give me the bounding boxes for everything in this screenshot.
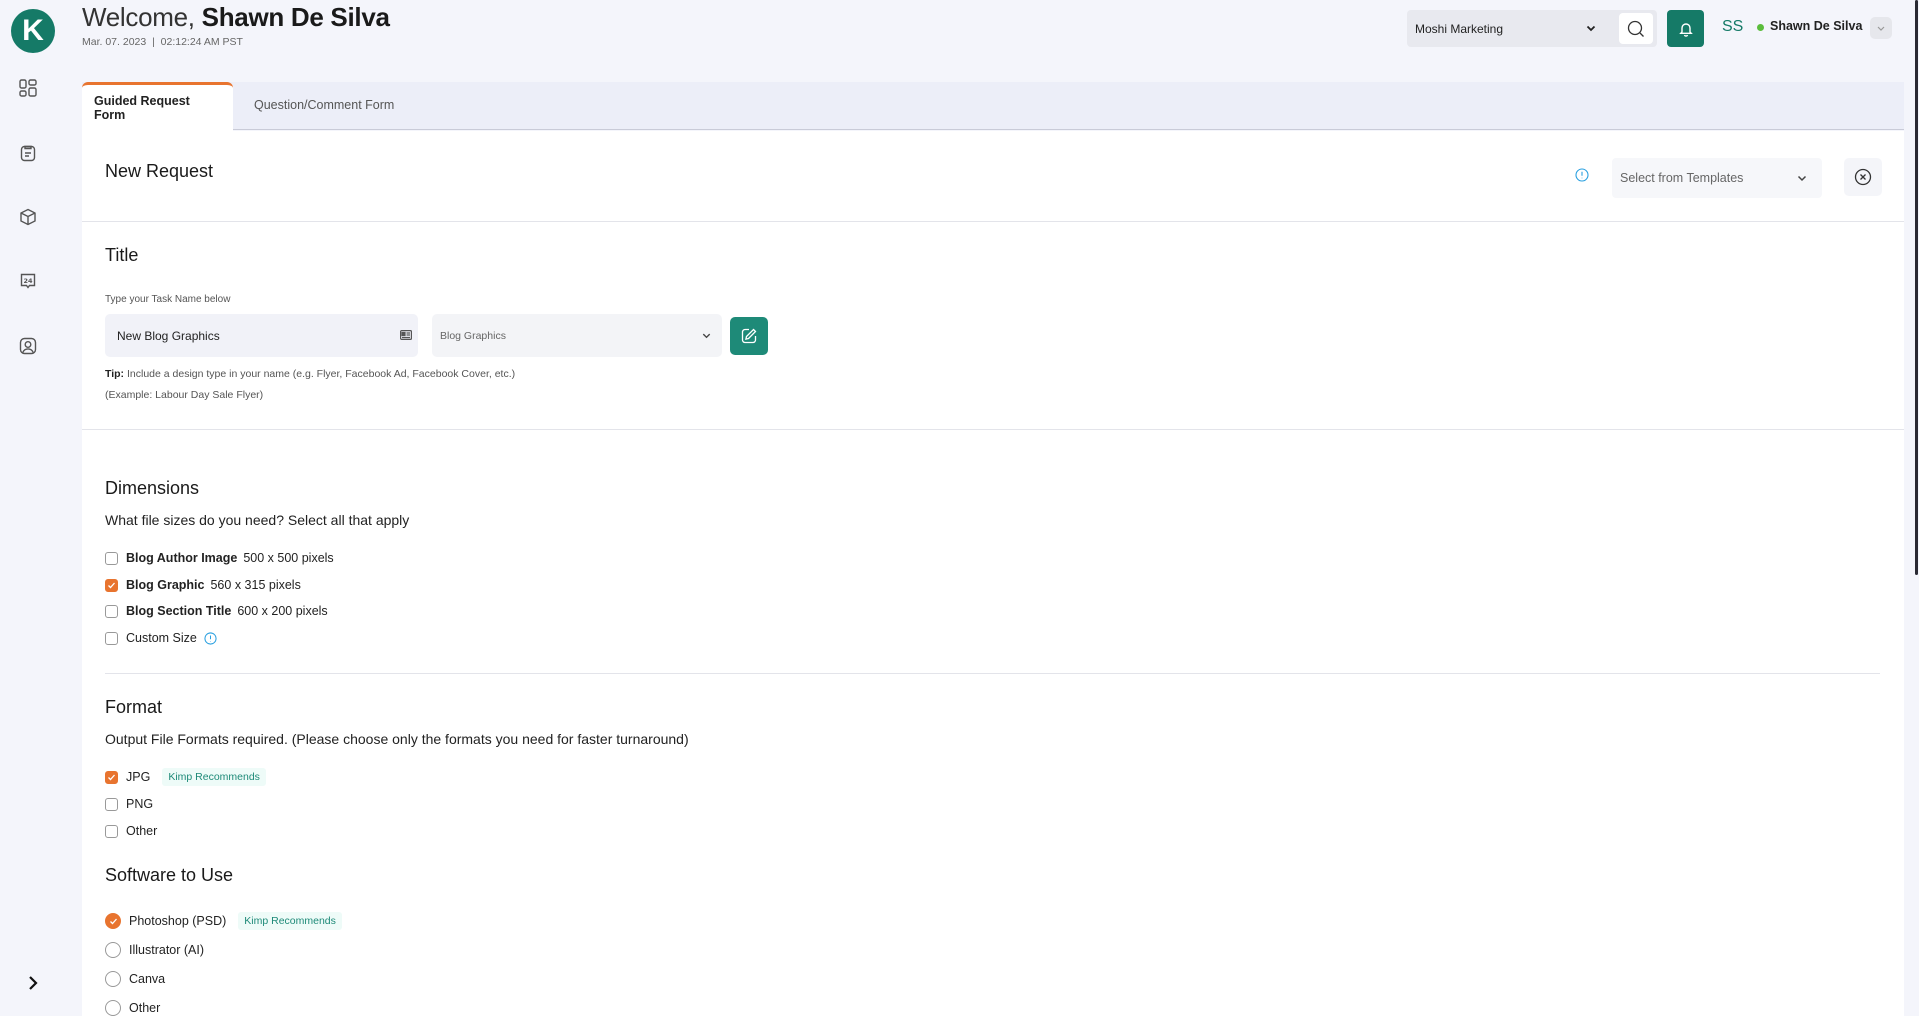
box-icon[interactable] xyxy=(17,206,39,228)
dimension-option-blog-graphic[interactable]: Blog Graphic 560 x 315 pixels xyxy=(105,576,301,594)
checkbox[interactable] xyxy=(105,551,118,565)
form-heading: New Request xyxy=(105,161,214,181)
checkbox[interactable] xyxy=(105,797,118,811)
kimp-recommends-badge: Kimp Recommends xyxy=(238,912,342,930)
design-type-select[interactable]: Blog Graphics xyxy=(432,314,722,357)
radio[interactable] xyxy=(105,942,121,958)
template-select[interactable]: Select from Templates xyxy=(1612,158,1822,198)
chevron-down-icon xyxy=(1586,25,1596,32)
radio-checked[interactable] xyxy=(105,913,121,929)
close-form-button[interactable] xyxy=(1844,158,1882,196)
format-option-png[interactable]: PNG xyxy=(105,795,153,813)
title-section-heading: Title xyxy=(105,245,139,265)
user-menu-button[interactable] xyxy=(1870,17,1892,39)
dimension-option-blog-author-image[interactable]: Blog Author Image 500 x 500 pixels xyxy=(105,549,334,567)
divider xyxy=(105,673,1880,674)
search-icon xyxy=(1627,20,1644,37)
welcome-user-name: Shawn De Silva xyxy=(201,2,390,32)
expand-sidebar-icon[interactable] xyxy=(22,972,44,994)
notifications-button[interactable] xyxy=(1667,10,1704,47)
checkbox-checked[interactable] xyxy=(105,770,118,784)
software-heading: Software to Use xyxy=(105,865,234,885)
task-name-label: Type your Task Name below xyxy=(105,294,231,305)
profile-icon[interactable] xyxy=(17,335,39,357)
task-name-tip: Tip: Include a design type in your name … xyxy=(105,368,516,380)
form-tabs: Guided Request Form Question/Comment For… xyxy=(82,80,1904,131)
svg-text:24: 24 xyxy=(23,277,33,285)
software-option-other[interactable]: Other xyxy=(105,999,160,1016)
info-icon[interactable] xyxy=(204,631,217,645)
checkbox[interactable] xyxy=(105,604,118,618)
dimension-option-custom-size[interactable]: Custom Size xyxy=(105,629,217,647)
check-icon xyxy=(108,774,115,780)
software-option-photoshop[interactable]: Photoshop (PSD) Kimp Recommends xyxy=(105,912,342,930)
software-option-canva[interactable]: Canva xyxy=(105,970,165,988)
clipboard-icon[interactable] xyxy=(17,142,39,164)
tab-question-comment-form[interactable]: Question/Comment Form xyxy=(242,80,406,129)
online-status-indicator xyxy=(1757,24,1764,31)
chevron-down-icon xyxy=(1877,26,1885,31)
dimensions-question: What file sizes do you need? Select all … xyxy=(105,512,410,528)
dimension-option-blog-section-title[interactable]: Blog Section Title 600 x 200 pixels xyxy=(105,602,328,620)
format-heading: Format xyxy=(105,697,163,717)
divider xyxy=(82,429,1904,430)
info-icon[interactable] xyxy=(1575,168,1589,182)
radio[interactable] xyxy=(105,1000,121,1016)
id-card-icon xyxy=(400,330,412,340)
software-option-illustrator[interactable]: Illustrator (AI) xyxy=(105,941,204,959)
sidebar: K 24 xyxy=(0,0,70,1016)
search-button[interactable] xyxy=(1619,13,1653,44)
kimp-logo[interactable]: K xyxy=(11,9,55,53)
checkbox-checked[interactable] xyxy=(105,578,118,592)
bell-icon xyxy=(1678,22,1693,37)
edit-icon xyxy=(741,328,757,344)
format-option-other[interactable]: Other xyxy=(105,822,157,840)
organization-select[interactable]: Moshi Marketing xyxy=(1407,10,1657,47)
request-form-panel: New Request Select from Templates Title … xyxy=(82,131,1904,1016)
format-question: Output File Formats required. (Please ch… xyxy=(105,731,689,747)
checkbox[interactable] xyxy=(105,631,118,645)
task-name-example: (Example: Labour Day Sale Flyer) xyxy=(105,389,264,401)
chevron-down-icon xyxy=(702,333,711,339)
dimensions-heading: Dimensions xyxy=(105,478,200,498)
format-option-jpg[interactable]: JPG Kimp Recommends xyxy=(105,768,266,786)
check-icon xyxy=(108,582,115,588)
kimp-recommends-badge: Kimp Recommends xyxy=(162,768,266,786)
close-circle-icon xyxy=(1854,168,1872,186)
current-datetime: Mar. 07. 2023 | 02:12:24 AM PST xyxy=(82,36,243,48)
chevron-down-icon xyxy=(1797,175,1807,182)
user-name: Shawn De Silva xyxy=(1770,19,1863,33)
tab-guided-request-form[interactable]: Guided Request Form xyxy=(82,82,233,131)
check-icon xyxy=(109,918,117,924)
divider xyxy=(82,221,1904,222)
checkbox[interactable] xyxy=(105,824,118,838)
edit-task-name-button[interactable] xyxy=(730,317,768,355)
task-name-input[interactable] xyxy=(105,314,418,357)
page-scrollbar[interactable] xyxy=(1915,0,1918,575)
welcome-heading: Welcome, Shawn De Silva xyxy=(82,2,390,32)
radio[interactable] xyxy=(105,971,121,987)
user-initials-avatar[interactable]: SS xyxy=(1722,18,1743,36)
dashboard-icon[interactable] xyxy=(17,77,39,99)
calendar-24-icon[interactable]: 24 xyxy=(17,270,39,292)
